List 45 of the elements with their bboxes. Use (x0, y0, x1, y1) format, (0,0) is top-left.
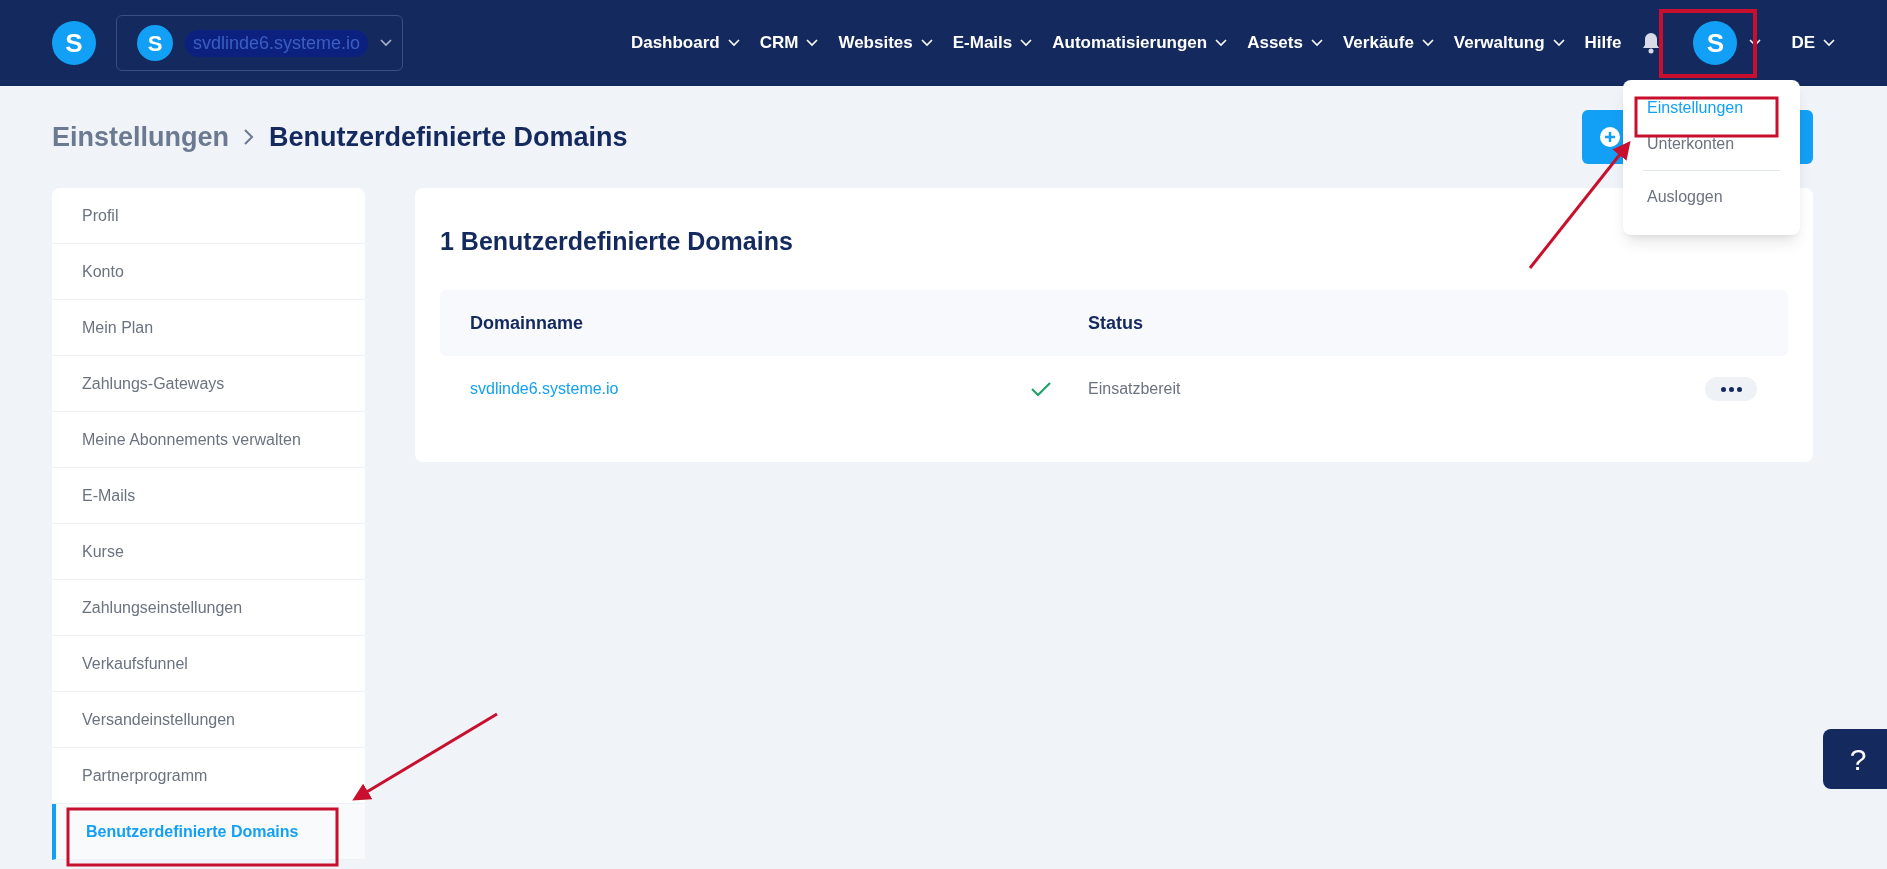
sidebar-item[interactable]: Mein Plan (52, 300, 365, 356)
sidebar-item[interactable]: Benutzerdefinierte Domains (52, 804, 365, 860)
chevron-down-icon (1823, 39, 1835, 47)
help-button[interactable]: ? (1823, 729, 1887, 789)
account-menu[interactable]: S (1693, 21, 1762, 65)
card-title: 1 Benutzerdefinierte Domains (440, 226, 793, 257)
nav-menu[interactable]: Verkäufe (1342, 30, 1434, 56)
nav-menu[interactable]: Verwaltung (1453, 30, 1565, 56)
table-cell-text: Einsatzbereit (1088, 379, 1181, 399)
plus-icon (1600, 127, 1620, 147)
nav-menu[interactable]: Websites (838, 30, 933, 56)
sidebar-item[interactable]: Kurse (52, 524, 365, 580)
chevron-right-icon (243, 128, 256, 146)
more-button[interactable] (1705, 377, 1757, 401)
chevron-down-icon (1749, 39, 1762, 47)
logo-icon[interactable]: S (52, 21, 96, 65)
nav-menu[interactable]: Automatisierungen (1052, 30, 1228, 56)
chevron-down-icon (380, 39, 393, 47)
column-header: Status (1088, 311, 1143, 335)
workspace-selector[interactable]: S svdlinde6.systeme.io (116, 15, 403, 71)
sidebar-item[interactable]: Konto (52, 244, 365, 300)
sidebar-item[interactable]: Versandeinstellungen (52, 692, 365, 748)
sidebar-item[interactable]: Verkaufsfunnel (52, 636, 365, 692)
breadcrumb-link[interactable]: Einstellungen (52, 116, 230, 158)
nav-menu[interactable]: CRM (759, 30, 819, 56)
sidebar-item[interactable]: Meine Abonnements verwalten (52, 412, 365, 468)
nav-menu[interactable]: Hilfe (1584, 30, 1622, 56)
workspace-name: svdlinde6.systeme.io (185, 29, 369, 57)
page-title: Benutzerdefinierte Domains (269, 120, 628, 154)
nav-menu[interactable]: Assets (1247, 30, 1323, 56)
menu-item[interactable]: Unterkonten (1647, 126, 1776, 162)
sidebar-item[interactable]: Zahlungseinstellungen (52, 580, 365, 636)
bell-icon[interactable] (1641, 32, 1662, 54)
menu-item[interactable]: Einstellungen (1647, 90, 1776, 126)
avatar-icon: S (1693, 21, 1738, 65)
sidebar-item[interactable]: Zahlungs-Gateways (52, 356, 365, 412)
sidebar-item[interactable]: E-Mails (52, 468, 365, 524)
menu-item[interactable]: Ausloggen (1647, 179, 1776, 215)
nav-menu[interactable]: Dashboard (630, 30, 740, 56)
column-header: Domainname (469, 311, 585, 335)
domain-link[interactable]: svdlinde6.systeme.io (440, 377, 1030, 401)
nav-menu[interactable]: E-Mails (952, 30, 1033, 56)
language-selector[interactable]: DE (1791, 30, 1835, 56)
logo-icon: S (137, 25, 173, 61)
sidebar-item[interactable]: Profil (52, 188, 365, 244)
